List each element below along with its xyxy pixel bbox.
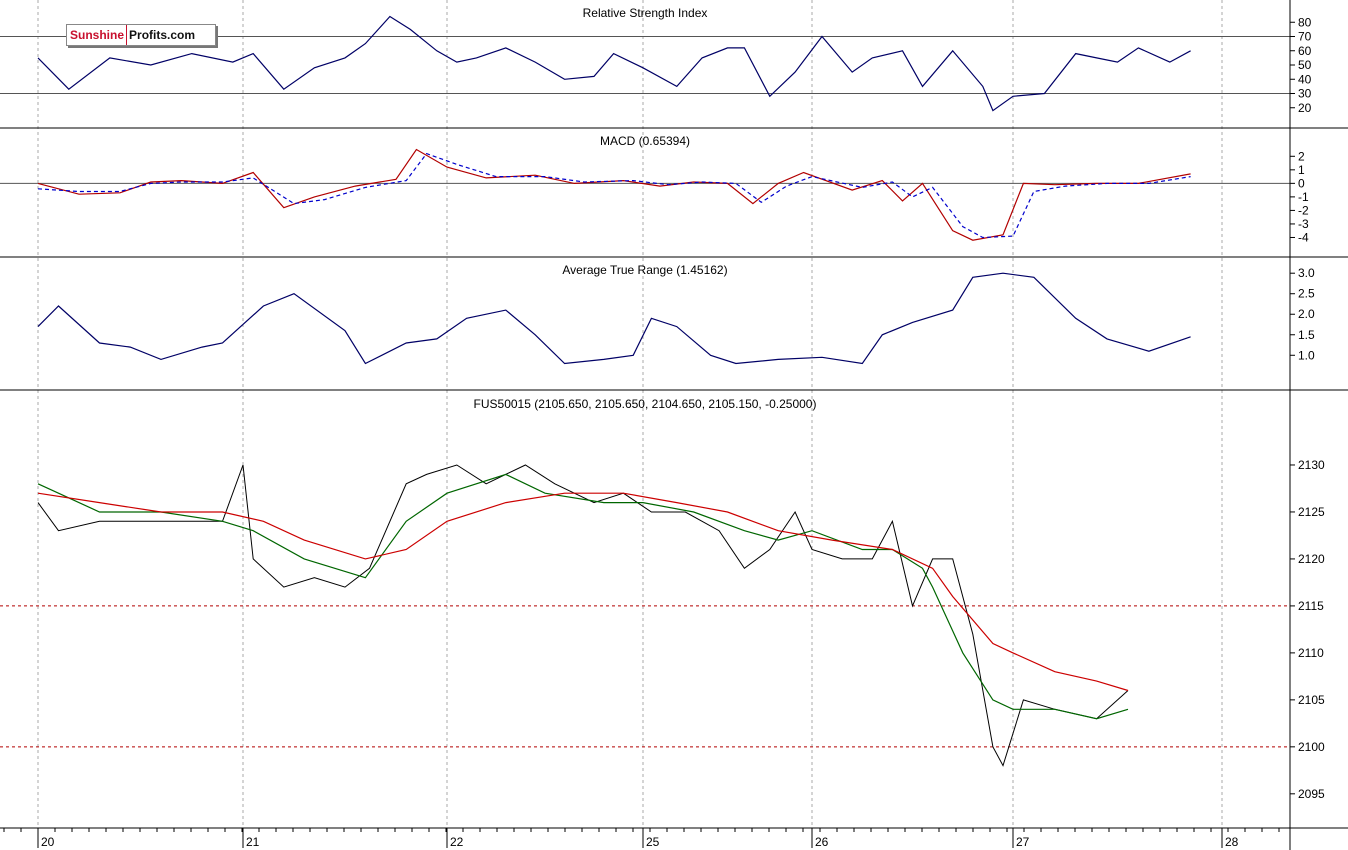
x-tick-label: 20 [41, 835, 55, 849]
y-tick-label: 2095 [1298, 787, 1325, 801]
logo-brand-part-1: Sunshine [67, 25, 128, 45]
y-tick-label: 40 [1298, 72, 1312, 86]
x-tick-label: 28 [1225, 835, 1239, 849]
y-tick-label: 2100 [1298, 740, 1325, 754]
x-tick-label: 25 [646, 835, 660, 849]
y-tick-label: 70 [1298, 30, 1312, 44]
series-line-1 [37, 473, 1129, 720]
x-tick-label: 21 [246, 835, 260, 849]
y-tick-label: -4 [1298, 230, 1309, 244]
y-tick-label: -3 [1298, 217, 1309, 231]
series-line-0 [37, 464, 1129, 767]
y-tick-label: 1.5 [1298, 328, 1315, 342]
y-tick-label: 2120 [1298, 552, 1325, 566]
y-tick-label: 3.0 [1298, 266, 1315, 280]
logo-brand-part-2: Profits.com [129, 28, 196, 42]
y-tick-label: -2 [1298, 203, 1309, 217]
series-line-2 [37, 492, 1129, 692]
panel-title: Average True Range (1.45162) [562, 263, 727, 277]
y-tick-label: 20 [1298, 101, 1312, 115]
y-tick-label: 2125 [1298, 505, 1325, 519]
sunshine-profits-logo: Sunshine Profits.com [66, 24, 216, 46]
stock-chart: 20304050607080Relative Strength Index210… [0, 0, 1348, 850]
y-tick-label: 2.5 [1298, 287, 1315, 301]
y-tick-label: 2130 [1298, 458, 1325, 472]
y-tick-label: 1 [1298, 163, 1305, 177]
panel-title: MACD (0.65394) [600, 134, 690, 148]
y-tick-label: 1.0 [1298, 348, 1315, 362]
y-tick-label: 2115 [1298, 599, 1324, 613]
y-tick-label: 2.0 [1298, 307, 1315, 321]
y-tick-label: 80 [1298, 15, 1312, 29]
x-tick-label: 22 [450, 835, 464, 849]
series-line-1 [37, 152, 1191, 239]
y-tick-label: 30 [1298, 87, 1312, 101]
y-tick-label: 2 [1298, 149, 1305, 163]
y-tick-label: -1 [1298, 190, 1309, 204]
panel-title: FUS50015 (2105.650, 2105.650, 2104.650, … [474, 397, 817, 411]
panel-title: Relative Strength Index [583, 6, 708, 20]
y-tick-label: 50 [1298, 58, 1312, 72]
x-tick-label: 26 [815, 835, 829, 849]
y-tick-label: 60 [1298, 44, 1312, 58]
x-tick-label: 27 [1016, 835, 1030, 849]
y-tick-label: 2110 [1298, 646, 1324, 660]
y-tick-label: 0 [1298, 176, 1305, 190]
series-line-0 [37, 272, 1191, 365]
y-tick-label: 2105 [1298, 693, 1325, 707]
